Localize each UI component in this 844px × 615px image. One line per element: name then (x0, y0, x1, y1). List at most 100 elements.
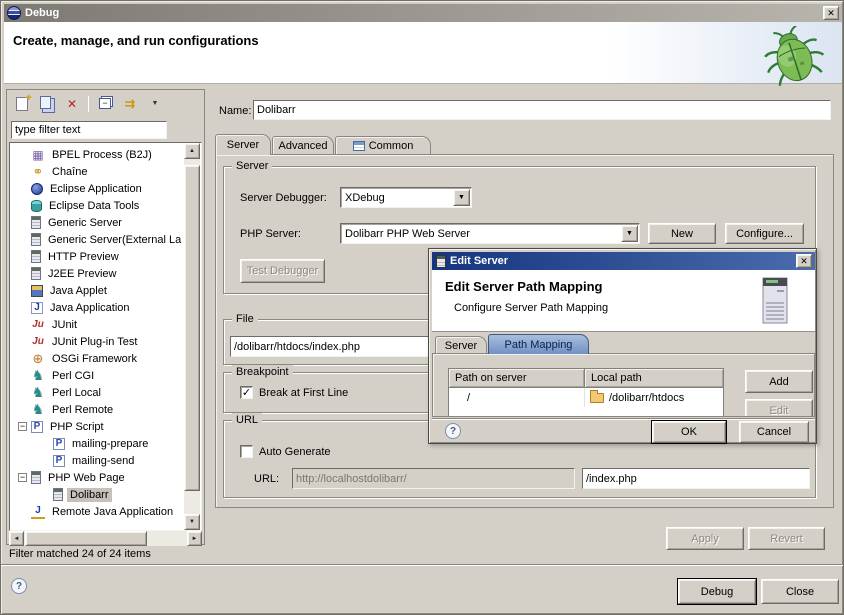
tree-item[interactable]: Pmailing-send (10, 452, 201, 469)
tree-item[interactable]: Generic Server (10, 214, 201, 231)
vertical-scroll-thumb[interactable] (184, 165, 200, 491)
apply-button[interactable]: Apply (666, 527, 744, 550)
ok-button[interactable]: OK (652, 421, 726, 443)
configure-button[interactable]: Configure... (725, 223, 804, 244)
tree-item[interactable]: − PHP Web Page (10, 469, 201, 486)
tree-item[interactable]: Eclipse Application (10, 180, 201, 197)
new-configuration-button[interactable]: + (13, 95, 31, 113)
revert-button[interactable]: Revert (748, 527, 825, 550)
filter-input[interactable] (11, 121, 167, 139)
dropdown-arrow-icon[interactable]: ▼ (453, 189, 470, 206)
tree-item[interactable]: ▦BPEL Process (B2J) (10, 146, 201, 163)
tree-item[interactable]: ♞Perl Local (10, 384, 201, 401)
checkbox-label: Break at First Line (259, 387, 348, 399)
scroll-up-button[interactable]: ▲ (184, 143, 200, 159)
dialog-close-button[interactable]: ✕ (796, 254, 812, 268)
server-icon (31, 233, 41, 246)
horizontal-scroll-thumb[interactable] (25, 531, 147, 546)
tree-item[interactable]: ⚭Chaîne (10, 163, 201, 180)
tree-item[interactable]: J2EE Preview (10, 265, 201, 282)
add-mapping-button[interactable]: Add (745, 370, 813, 393)
filter-button[interactable]: ⇉ (121, 95, 139, 113)
checkbox-unchecked-icon[interactable] (240, 445, 253, 458)
tree-item[interactable]: Dolibarr (10, 486, 201, 503)
collapse-all-button[interactable]: − (96, 95, 114, 113)
tree-item-label: Dolibarr (67, 488, 112, 502)
tree-horizontal-scrollbar[interactable]: ◄ ► (9, 531, 202, 546)
tree-item[interactable]: Generic Server(External La (10, 231, 201, 248)
dialog-tab-server[interactable]: Server (435, 336, 487, 354)
debug-button[interactable]: Debug (678, 579, 756, 604)
tree-item[interactable]: ♞Perl CGI (10, 367, 201, 384)
url-label: URL: (254, 473, 279, 485)
edit-mapping-button[interactable]: Edit (745, 399, 813, 417)
tree-item[interactable]: HTTP Preview (10, 248, 201, 265)
tab-common[interactable]: Common (335, 136, 431, 154)
dialog-help-button[interactable]: ? (445, 423, 461, 439)
cancel-button[interactable]: Cancel (739, 421, 809, 443)
column-header[interactable]: Path on server (449, 369, 585, 388)
expander-minus-icon[interactable]: − (18, 422, 27, 431)
group-title: Breakpoint (232, 365, 293, 379)
tree-item[interactable]: JuJUnit Plug-in Test (10, 333, 201, 350)
bug-icon (760, 26, 828, 86)
dialog-separator (432, 418, 815, 420)
tree-item-label: JUnit (49, 318, 80, 332)
duplicate-button[interactable] (38, 95, 56, 113)
tree-item-label: PHP Web Page (45, 471, 128, 485)
debug-window: Debug ✕ Create, manage, and run configur… (0, 0, 844, 615)
tab-advanced[interactable]: Advanced (272, 136, 334, 154)
help-button[interactable]: ? (11, 578, 27, 594)
dialog-heading: Edit Server Path Mapping (445, 279, 602, 294)
scroll-down-button[interactable]: ▼ (184, 514, 200, 530)
camel-icon: ♞ (31, 369, 45, 383)
server-debugger-label: Server Debugger: (240, 192, 327, 204)
tree-item[interactable]: JRemote Java Application (10, 503, 201, 520)
auto-generate-option[interactable]: Auto Generate (240, 445, 331, 458)
scroll-left-button[interactable]: ◄ (9, 531, 24, 546)
server-debugger-select[interactable]: XDebug ▼ (340, 187, 472, 208)
tree-item[interactable]: ⊕OSGi Framework (10, 350, 201, 367)
new-server-button[interactable]: New (648, 223, 716, 244)
tree-item-label: Perl Remote (49, 403, 116, 417)
name-input[interactable] (253, 100, 831, 120)
tree-item[interactable]: ♞Perl Remote (10, 401, 201, 418)
php-server-select[interactable]: Dolibarr PHP Web Server ▼ (340, 223, 640, 244)
column-header[interactable]: Local path (585, 369, 723, 388)
tree-item[interactable]: JJava Application (10, 299, 201, 316)
expander-minus-icon[interactable]: − (18, 473, 27, 482)
dialog-titlebar: Edit Server ✕ (432, 252, 815, 270)
tree-vertical-scrollbar[interactable]: ▲ ▼ (184, 143, 200, 530)
remote_java-icon: J (31, 505, 45, 519)
tab-server[interactable]: Server (215, 134, 271, 155)
url-base-input (292, 468, 575, 489)
scroll-right-button[interactable]: ► (187, 531, 202, 546)
dropdown-arrow-icon[interactable]: ▼ (621, 225, 638, 242)
tree-item[interactable]: −PPHP Script (10, 418, 201, 435)
url-path-input[interactable] (582, 468, 810, 489)
php-server-label: PHP Server: (240, 228, 301, 240)
checkbox-label: Auto Generate (259, 446, 331, 458)
tree-item-label: JUnit Plug-in Test (49, 335, 140, 349)
delete-button[interactable]: ✕ (63, 95, 81, 113)
bpel-icon: ▦ (31, 148, 45, 162)
tree-item[interactable]: JuJUnit (10, 316, 201, 333)
break-first-line-option[interactable]: ✓ Break at First Line (240, 386, 348, 399)
duplicate-icon (40, 96, 51, 109)
checkbox-checked-icon[interactable]: ✓ (240, 386, 253, 399)
tree-item[interactable]: Java Applet (10, 282, 201, 299)
toolbar-menu-arrow-icon[interactable]: ▼ (146, 95, 164, 113)
php-icon: P (31, 421, 43, 433)
window-close-button[interactable]: ✕ (823, 6, 839, 20)
mapping-table-header: Path on serverLocal path (449, 369, 723, 388)
tree-item[interactable]: Pmailing-prepare (10, 435, 201, 452)
dialog-tab-path-mapping[interactable]: Path Mapping (488, 334, 589, 354)
table-row[interactable]: //dolibarr/htdocs (449, 388, 723, 407)
plus-icon: + (26, 92, 32, 104)
test-debugger-button[interactable]: Test Debugger (240, 259, 325, 283)
close-button[interactable]: Close (761, 579, 839, 604)
php-icon: P (53, 438, 65, 450)
tree-item[interactable]: Eclipse Data Tools (10, 197, 201, 214)
name-label: Name: (219, 105, 251, 117)
group-title: URL (232, 413, 262, 427)
